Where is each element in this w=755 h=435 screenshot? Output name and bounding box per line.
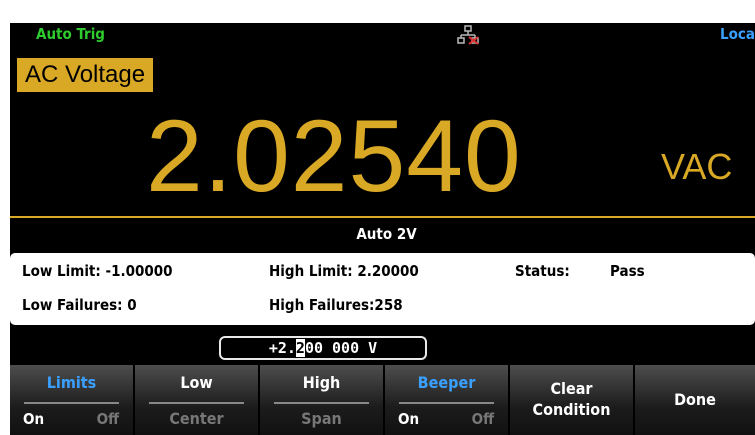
beeper-on-option: On [398,410,420,428]
low-failures-text: Low Failures: 0 [22,296,137,314]
limits-softkey[interactable]: Limits On Off [10,365,135,435]
low-limit-text: Low Limit: -1.00000 [22,262,173,280]
clear-condition-label: Clear Condition [510,378,633,420]
clear-condition-line1: Clear [550,379,593,398]
done-softkey-label: Done [674,390,716,409]
input-cursor: 2 [295,339,305,357]
softkey-divider [274,402,369,404]
high-softkey-label: High [302,373,341,392]
done-softkey[interactable]: Done [635,365,755,435]
dmm-screen: Auto Trig Loca AC Voltage 2.02540 VAC Au… [10,23,755,435]
status-label: Status: [515,262,570,280]
high-softkey[interactable]: High Span [260,365,385,435]
high-limit-text: High Limit: 2.20000 [269,262,419,280]
limits-softkey-label: Limits [46,373,97,392]
function-label: AC Voltage [17,58,154,92]
softkey-divider [399,402,494,404]
reading-divider [10,216,755,218]
network-disconnected-icon [457,25,479,45]
input-prefix: +2. [268,339,296,357]
high-failures-text: High Failures:258 [269,296,403,314]
clear-condition-line2: Condition [532,400,611,419]
trigger-mode-indicator: Auto Trig [36,25,105,43]
beeper-softkey[interactable]: Beeper On Off [385,365,510,435]
main-reading: 2.02540 [146,99,522,213]
limits-info-panel: Low Limit: -1.00000 High Limit: 2.20000 … [10,253,755,325]
span-option: Span [301,409,342,428]
value-input-field[interactable]: +2.200 000 V [219,336,427,360]
reading-unit: VAC [661,146,733,187]
beeper-softkey-label: Beeper [417,373,476,392]
input-suffix: 00 000 V [304,339,378,357]
clear-condition-softkey[interactable]: Clear Condition [510,365,635,435]
limits-off-option: Off [96,410,119,428]
low-softkey-label: Low [180,373,213,392]
center-option: Center [169,409,224,428]
beeper-off-option: Off [471,410,494,428]
softkey-divider [24,402,119,404]
status-value: Pass [610,262,645,280]
limits-on-option: On [23,410,45,428]
range-label: Auto 2V [356,225,417,243]
softkey-divider [149,402,244,404]
remote-mode-indicator: Loca [720,25,755,43]
softkey-bar: Limits On Off Low Center High Span Beepe… [10,365,755,435]
low-softkey[interactable]: Low Center [135,365,260,435]
